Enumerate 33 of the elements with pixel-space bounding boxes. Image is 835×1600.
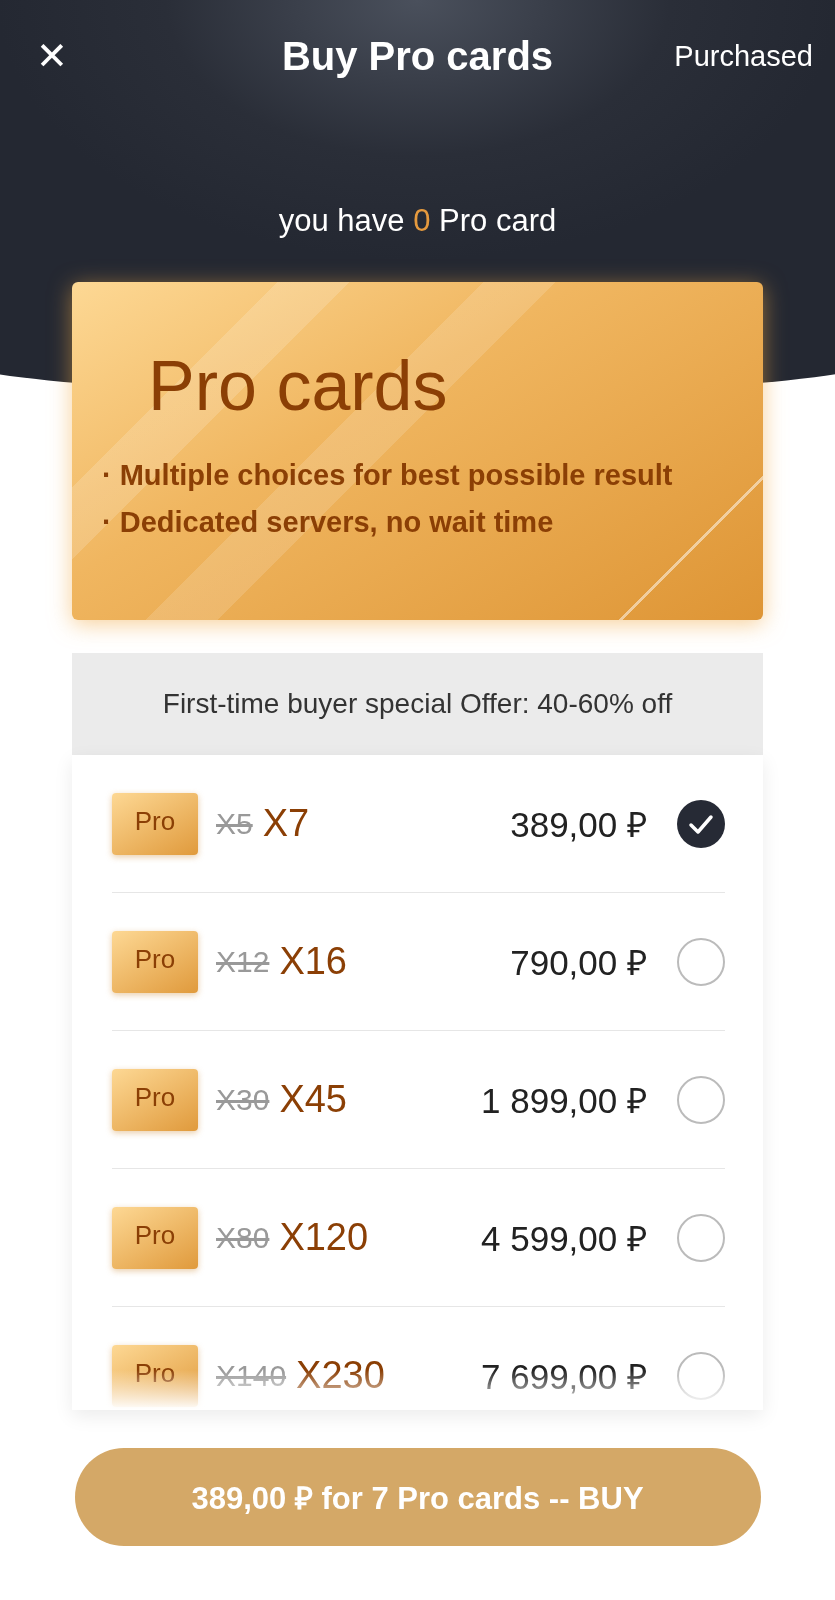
- checked-radio-button[interactable]: [677, 799, 725, 848]
- card-title: Pro cards: [148, 350, 448, 422]
- pro-card-badge: Pro: [112, 1206, 198, 1269]
- old-count: X30: [216, 1082, 270, 1117]
- card-count: X45: [279, 1078, 347, 1121]
- radio-button[interactable]: [677, 1351, 725, 1400]
- package-price: 1 899,00 ₽: [481, 1080, 647, 1122]
- balance-text: you have 0 Pro card: [278, 202, 557, 240]
- radio-button[interactable]: [677, 1213, 725, 1262]
- old-count: X12: [216, 944, 270, 979]
- old-count: X80: [216, 1220, 270, 1255]
- package-price: 7 699,00 ₽: [481, 1356, 647, 1398]
- close-button[interactable]: ✕: [30, 37, 74, 75]
- package-price: 790,00 ₽: [510, 942, 647, 984]
- feature-text: · Multiple choices for best possible result: [102, 458, 673, 493]
- card-count: X16: [279, 940, 347, 983]
- package-price: 389,00 ₽: [510, 804, 647, 846]
- feature-text: · Dedicated servers, no wait time: [102, 505, 554, 540]
- radio-button[interactable]: [677, 937, 725, 986]
- card-count: X120: [279, 1216, 369, 1259]
- old-count: X5: [216, 806, 253, 841]
- old-count: X140: [216, 1358, 287, 1393]
- pro-card-badge: Pro: [112, 1344, 198, 1407]
- radio-button[interactable]: [677, 1075, 725, 1124]
- card-count: X230: [296, 1354, 385, 1397]
- pro-card-badge: Pro: [112, 930, 198, 993]
- page-title: Buy Pro cards: [281, 33, 554, 79]
- purchased-link[interactable]: Purchased: [674, 39, 813, 73]
- pro-card-badge: Pro: [112, 792, 198, 855]
- package-price: 4 599,00 ₽: [481, 1218, 647, 1260]
- pro-card-badge: Pro: [112, 1068, 198, 1131]
- card-count: X7: [262, 802, 310, 845]
- offer-banner: First-time buyer special Offer: 40-60% off: [72, 653, 763, 755]
